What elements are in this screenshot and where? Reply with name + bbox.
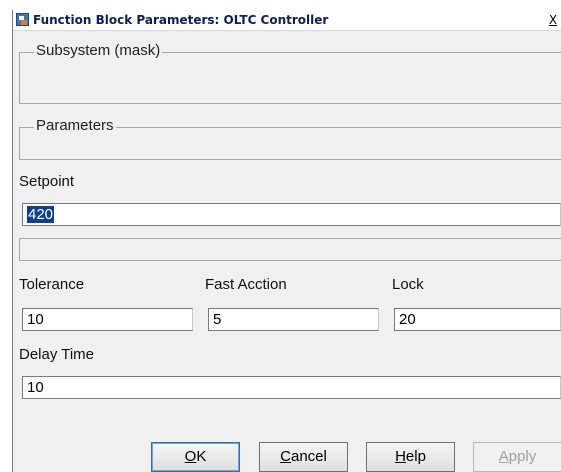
apply-label-rest: pply [508,448,537,465]
apply-button[interactable]: Apply [473,442,561,472]
ok-label-rest: K [196,448,207,465]
empty-parameter-panel [19,238,561,261]
subsystem-mask-title: Subsystem (mask) [34,42,163,59]
fast-action-field[interactable]: 5 [208,308,379,331]
apply-mnemonic: A [498,448,509,465]
tolerance-field[interactable]: 10 [22,308,193,331]
parameters-title: Parameters [34,117,116,134]
help-mnemonic: H [395,448,406,465]
ok-button[interactable]: OK [151,442,240,472]
setpoint-field[interactable]: 420 [22,203,561,226]
lock-label: Lock [392,276,424,293]
help-label-rest: elp [405,448,426,465]
setpoint-label: Setpoint [19,173,75,190]
tolerance-label: Tolerance [19,276,85,293]
ok-mnemonic: O [184,448,197,465]
parameters-group: Parameters [19,117,561,160]
close-icon[interactable]: X [545,11,561,29]
subsystem-mask-group: Subsystem (mask) [19,42,561,104]
window-title: Function Block Parameters: OLTC Controll… [33,13,329,27]
cancel-label-rest: ancel [290,448,327,465]
setpoint-value: 420 [27,206,55,223]
simulink-block-icon [16,13,29,26]
title-bar[interactable]: Function Block Parameters: OLTC Controll… [13,10,561,31]
lock-field[interactable]: 20 [394,308,561,331]
cancel-mnemonic: C [280,448,291,465]
help-button[interactable]: Help [366,442,455,472]
fast-action-label: Fast Acction [205,276,287,293]
dialog-window: Function Block Parameters: OLTC Controll… [12,10,561,472]
delay-time-label: Delay Time [19,346,95,363]
delay-time-field[interactable]: 10 [22,376,561,399]
cancel-button[interactable]: Cancel [259,442,348,472]
